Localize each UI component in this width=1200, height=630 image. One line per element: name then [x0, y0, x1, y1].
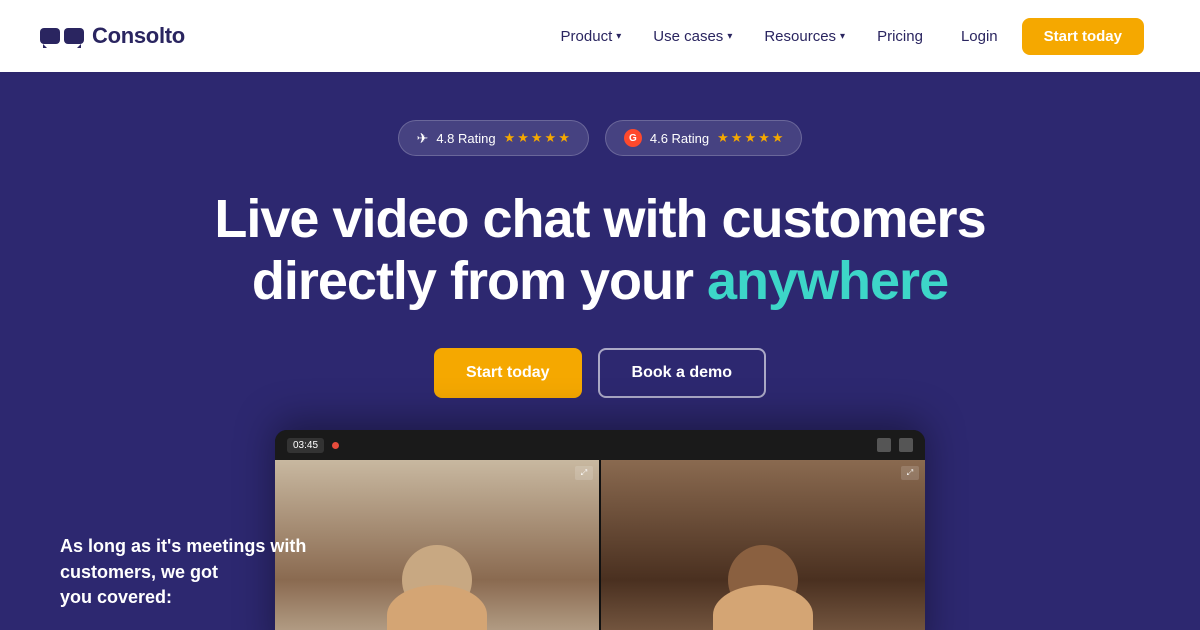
face-sim-left	[402, 545, 472, 615]
chevron-down-icon: ▾	[840, 31, 845, 42]
logo-text: Consolto	[92, 23, 185, 49]
login-button[interactable]: Login	[941, 20, 1018, 53]
hero-ctas: Start today Book a demo	[434, 348, 766, 398]
expand-icon	[877, 438, 891, 452]
star-4: ★	[758, 130, 770, 146]
capterra-icon: ✈	[417, 130, 429, 147]
face-sim-right	[728, 545, 798, 615]
start-today-button[interactable]: Start today	[434, 348, 582, 398]
logo-bubble-right	[64, 28, 84, 44]
nav-cta-button[interactable]: Start today	[1022, 18, 1144, 55]
nav-item-usecases[interactable]: Use cases ▾	[639, 20, 746, 53]
capterra-score: 4.8 Rating	[436, 131, 495, 146]
bottom-left-text: As long as it's meetings with customers,…	[60, 534, 400, 610]
expand-overlay-icon: ⤢	[575, 466, 593, 480]
capterra-rating-badge: ✈ 4.8 Rating ★ ★ ★ ★ ★	[398, 120, 589, 156]
expand-overlay-icon-right: ⤢	[901, 466, 919, 480]
star-1: ★	[717, 130, 729, 146]
video-topbar: 03:45	[275, 430, 925, 460]
topbar-icons	[877, 438, 913, 452]
star-half: ★	[772, 130, 784, 146]
logo[interactable]: Consolto	[40, 23, 185, 49]
navbar: Consolto Product ▾ Use cases ▾ Resources…	[0, 0, 1200, 72]
star-2: ★	[731, 130, 743, 146]
hero-section: ✈ 4.8 Rating ★ ★ ★ ★ ★ G 4.6 Rating ★ ★ …	[0, 72, 1200, 630]
video-cell-right: ⤢	[599, 460, 925, 630]
capterra-stars: ★ ★ ★ ★ ★	[504, 130, 570, 146]
star-3: ★	[531, 130, 543, 146]
star-3: ★	[744, 130, 756, 146]
headline-line1: Live video chat with customers	[214, 189, 985, 249]
logo-icon	[40, 28, 84, 44]
recording-indicator	[332, 442, 339, 449]
logo-bubble-left	[40, 28, 60, 44]
g2-rating-badge: G 4.6 Rating ★ ★ ★ ★ ★	[605, 120, 803, 156]
chevron-down-icon: ▾	[616, 31, 621, 42]
g2-icon: G	[624, 129, 642, 147]
g2-stars: ★ ★ ★ ★ ★	[717, 130, 783, 146]
nav-links: Product ▾ Use cases ▾ Resources ▾ Pricin…	[547, 18, 1144, 55]
star-4: ★	[545, 130, 557, 146]
star-1: ★	[504, 130, 516, 146]
person-video-right	[601, 460, 925, 630]
star-5: ★	[558, 130, 570, 146]
bottom-text: As long as it's meetings with customers,…	[60, 534, 400, 610]
nav-item-pricing[interactable]: Pricing	[863, 20, 937, 53]
nav-item-resources[interactable]: Resources ▾	[750, 20, 859, 53]
g2-score: 4.6 Rating	[650, 131, 709, 146]
nav-item-product[interactable]: Product ▾	[547, 20, 636, 53]
video-timer: 03:45	[287, 438, 324, 453]
headline-highlight: anywhere	[707, 251, 948, 311]
book-demo-button[interactable]: Book a demo	[598, 348, 766, 398]
ratings-row: ✈ 4.8 Rating ★ ★ ★ ★ ★ G 4.6 Rating ★ ★ …	[398, 120, 803, 156]
headline-line2-static: directly from your	[252, 251, 707, 311]
hero-headline: Live video chat with customers directly …	[174, 188, 1025, 312]
headline-text: Live video chat with customers directly …	[214, 188, 985, 312]
star-2: ★	[517, 130, 529, 146]
chevron-down-icon: ▾	[727, 31, 732, 42]
close-icon	[899, 438, 913, 452]
